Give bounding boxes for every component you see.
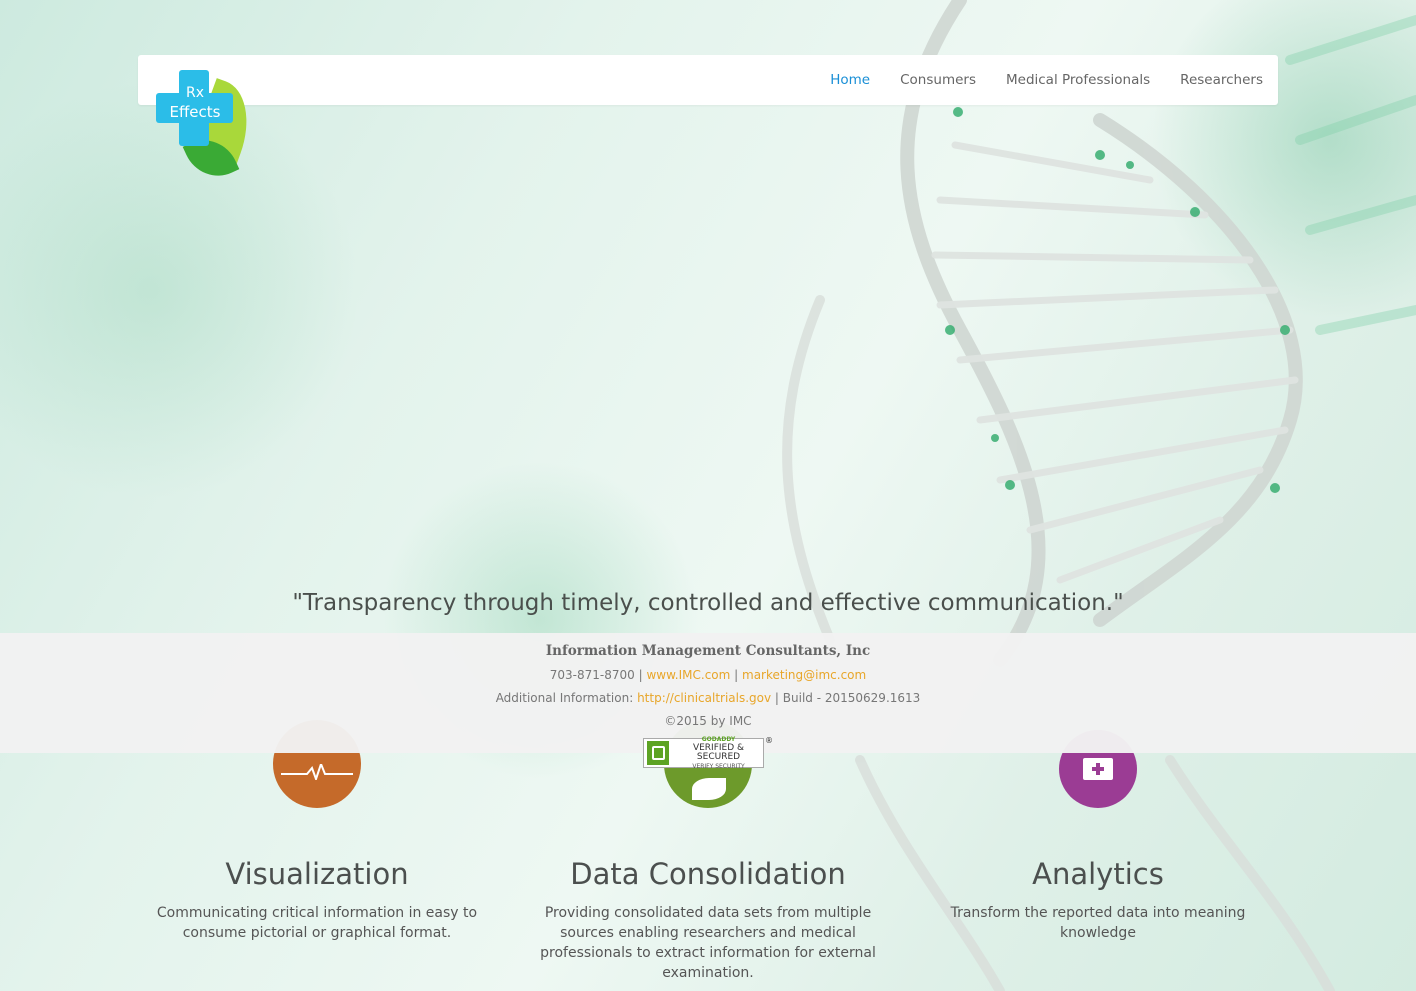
website-link[interactable]: www.IMC.com: [646, 668, 730, 682]
registered-mark: ®: [765, 736, 773, 745]
feature-title: Analytics: [1032, 857, 1164, 891]
rx-effects-logo[interactable]: Rx Effects: [150, 66, 262, 187]
top-navbar: Home Consumers Medical Professionals Res…: [138, 55, 1278, 105]
seal-verify-security: VERIFY SECURITY: [692, 763, 745, 770]
company-name: Information Management Consultants, Inc: [545, 643, 871, 659]
seal-verified: VERIFIED & SECURED: [692, 743, 745, 762]
tagline-quote: "Transparency through timely, controlled…: [292, 590, 1124, 616]
feature-description: Providing consolidated data sets from mu…: [540, 905, 876, 981]
feature-description: Communicating critical information in ea…: [156, 905, 478, 941]
clinicaltrials-link[interactable]: http://clinicaltrials.gov: [637, 691, 771, 705]
logo-text-line2: Effects: [169, 103, 221, 121]
additional-info-line: Additional Information: http://clinicalt…: [0, 691, 1416, 705]
logo-text-line1: Rx: [185, 85, 204, 101]
nav-home[interactable]: Home: [830, 72, 870, 88]
nav-consumers[interactable]: Consumers: [900, 72, 976, 88]
lock-icon: [647, 741, 669, 765]
email-link[interactable]: marketing@imc.com: [742, 668, 866, 682]
contact-line: 703-871-8700 | www.IMC.com | marketing@i…: [549, 668, 867, 682]
phone-number: 703-871-8700: [549, 668, 635, 682]
additional-info-label: Additional Information:: [495, 691, 638, 705]
build-number: | Build - 20150629.1613: [771, 691, 921, 705]
feature-description: Transform the reported data into meaning…: [950, 905, 1246, 941]
nav-medical-professionals[interactable]: Medical Professionals: [1006, 72, 1150, 88]
godaddy-security-seal[interactable]: GODADDY VERIFIED & SECURED VERIFY SECURI…: [643, 736, 773, 770]
copyright: ©2015 by IMC: [664, 714, 752, 728]
feature-title: Data Consolidation: [570, 857, 846, 891]
main-navigation: Home Consumers Medical Professionals Res…: [800, 55, 1263, 105]
nav-researchers[interactable]: Researchers: [1180, 72, 1263, 88]
feature-title: Visualization: [225, 857, 409, 891]
